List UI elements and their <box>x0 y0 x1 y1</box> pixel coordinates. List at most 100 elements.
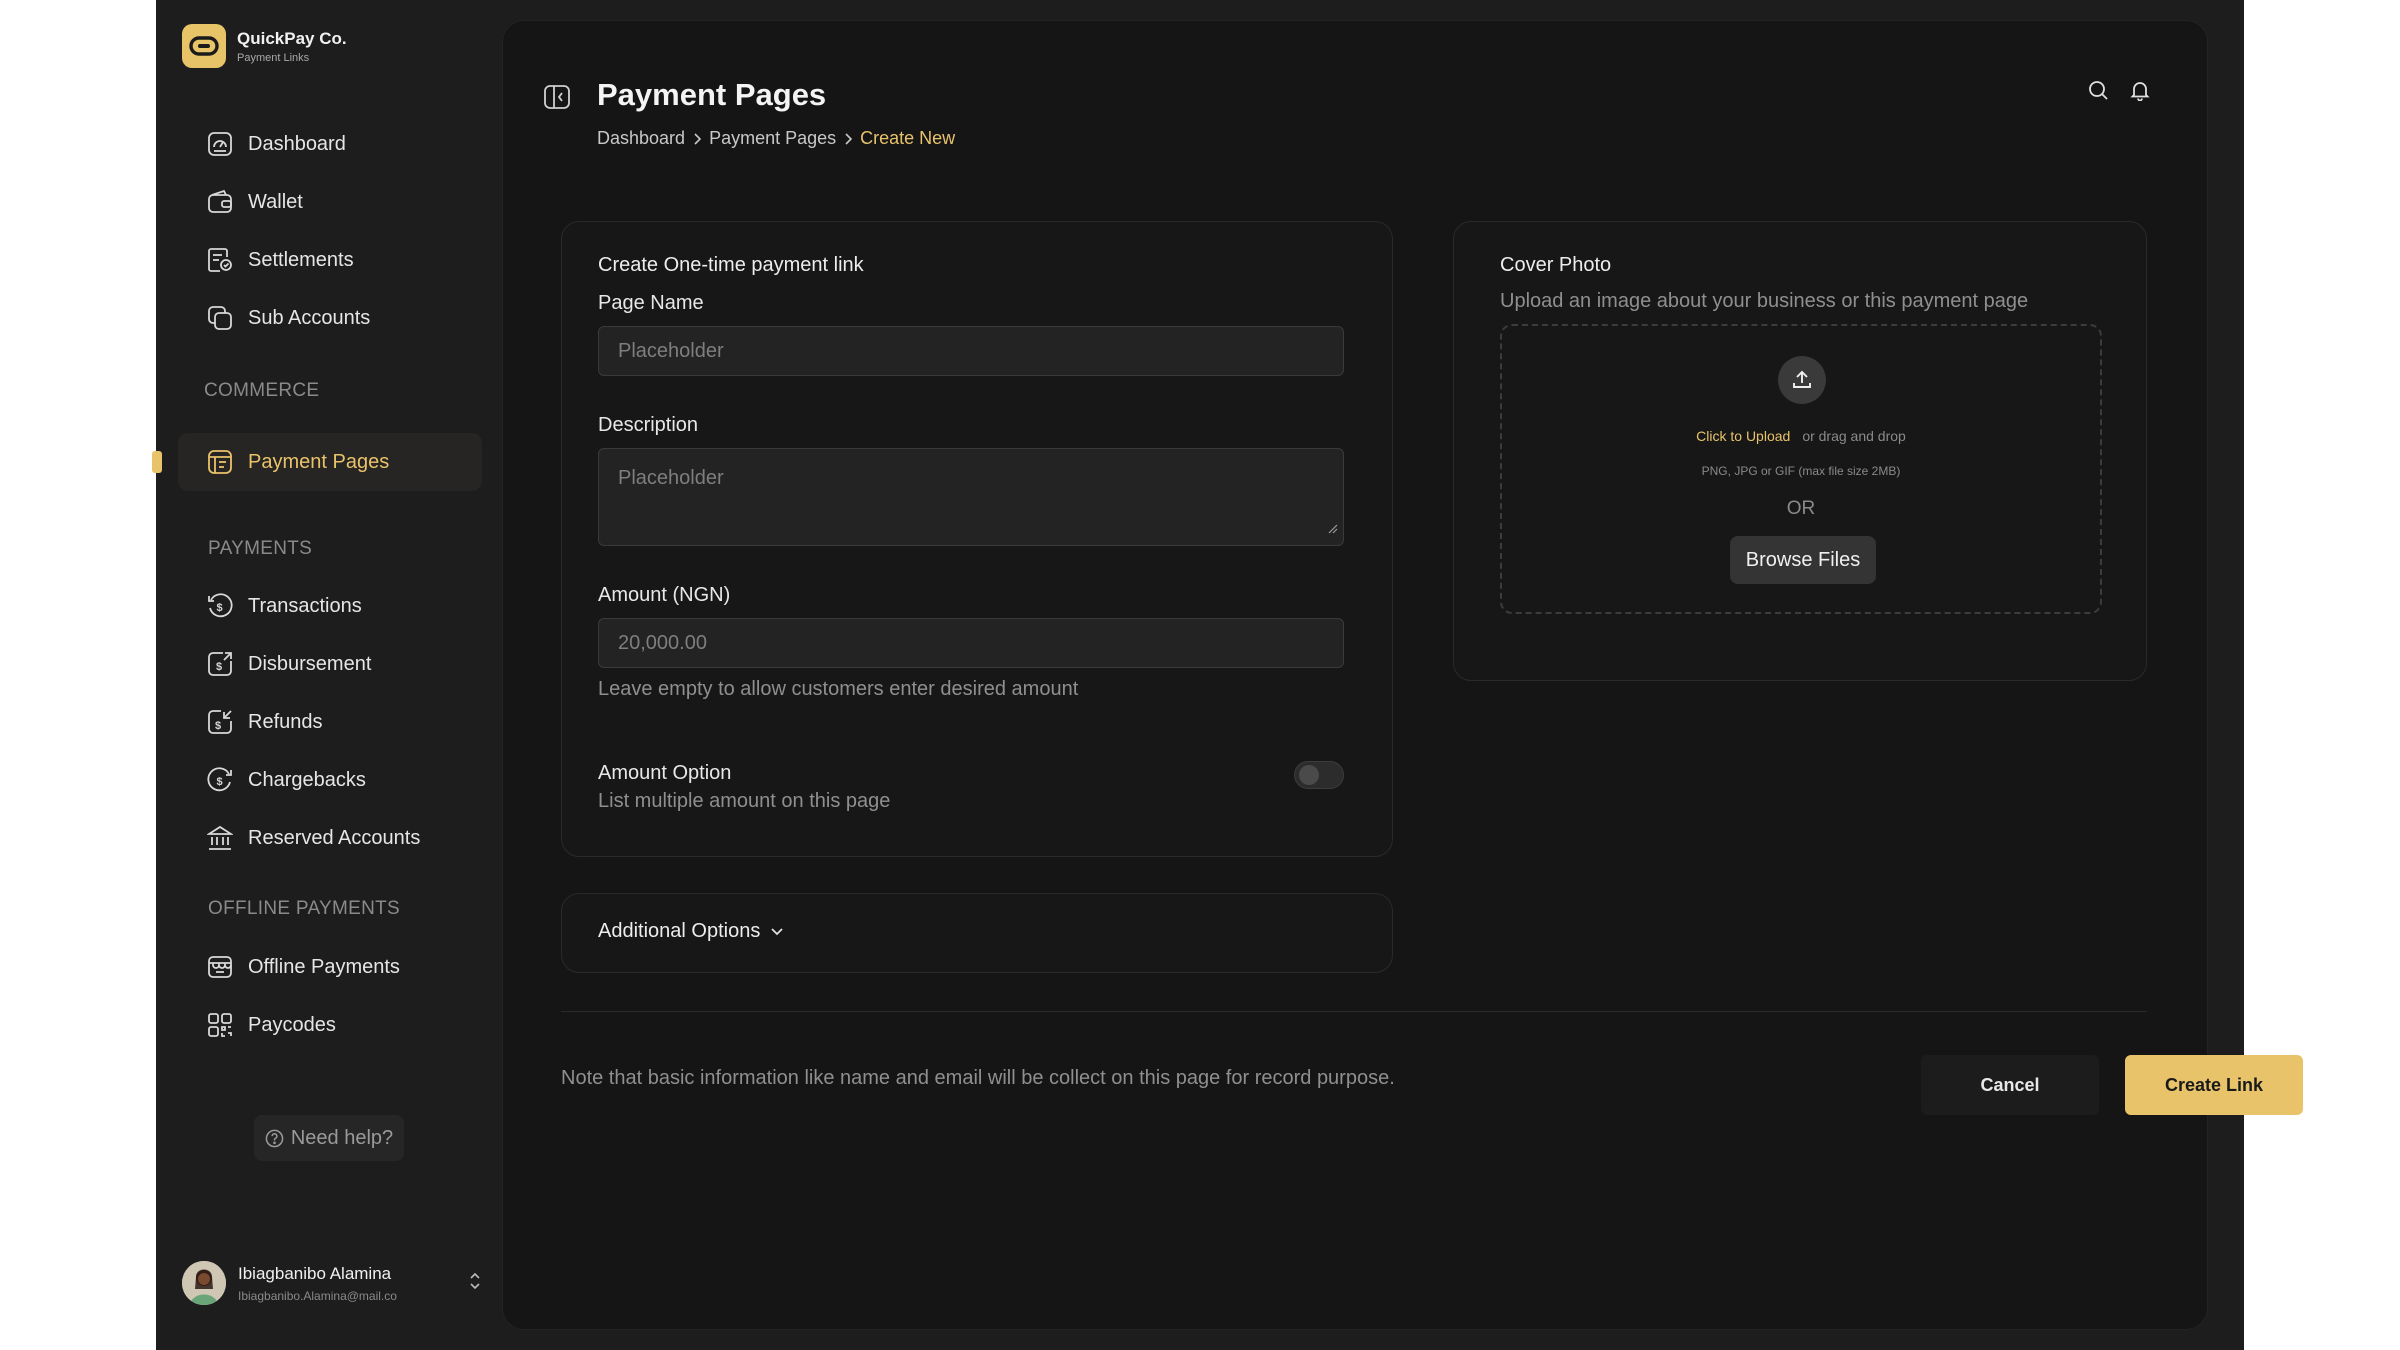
chargebacks-icon: $ <box>206 766 234 794</box>
user-profile[interactable]: Ibiagbanibo Alamina Ibiagbanibo.Alamina@… <box>182 1258 482 1308</box>
breadcrumb-item-dashboard[interactable]: Dashboard <box>597 128 685 149</box>
qr-code-icon <box>206 1011 234 1039</box>
divider <box>561 1011 2147 1012</box>
create-link-button[interactable]: Create Link <box>2125 1055 2303 1115</box>
main-panel: Payment Pages Dashboard Payment Pages Cr… <box>502 20 2303 1330</box>
brand-logo-icon <box>182 24 226 68</box>
sidebar-item-chargebacks[interactable]: $ Chargebacks <box>178 751 482 809</box>
chevron-right-icon <box>842 132 854 146</box>
sidebar-toggle-icon[interactable] <box>543 83 571 116</box>
chevron-down-icon <box>770 927 784 937</box>
sidebar-item-paycodes[interactable]: Paycodes <box>178 996 482 1054</box>
amount-option-label: Amount Option <box>598 762 732 784</box>
description-textarea[interactable]: Placeholder <box>598 448 1344 546</box>
additional-options-toggle[interactable]: Additional Options <box>598 920 784 943</box>
sidebar-item-offline-payments[interactable]: Offline Payments <box>178 938 482 996</box>
payment-pages-icon <box>206 448 234 476</box>
additional-options-card[interactable]: Additional Options <box>561 893 1393 973</box>
transactions-icon: $ <box>206 592 234 620</box>
cover-photo-subtitle: Upload an image about your business or t… <box>1500 290 2029 312</box>
wallet-icon <box>206 188 234 216</box>
sidebar-item-label: Settlements <box>248 248 354 271</box>
breadcrumb: Dashboard Payment Pages Create New <box>597 128 955 149</box>
brand-name: QuickPay Co. <box>237 28 347 48</box>
amount-helper-text: Leave empty to allow customers enter des… <box>598 678 1079 700</box>
svg-text:$: $ <box>217 602 223 614</box>
disbursement-icon: $ <box>206 650 234 678</box>
sidebar: QuickPay Co. Payment Links Dashboard Wal… <box>152 0 500 1350</box>
settlements-icon <box>206 246 234 274</box>
click-to-upload-link[interactable]: Click to Upload <box>1696 428 1790 444</box>
toggle-knob <box>1299 765 1319 785</box>
page-title: Payment Pages <box>597 77 827 112</box>
sidebar-item-transactions[interactable]: $ Transactions <box>178 577 482 635</box>
svg-text:$: $ <box>217 776 223 788</box>
resize-handle-icon[interactable] <box>1328 517 1338 540</box>
sidebar-item-disbursement[interactable]: $ Disbursement <box>178 635 482 693</box>
bank-icon <box>206 824 234 852</box>
header-actions <box>2087 79 2151 101</box>
cover-photo-title: Cover Photo <box>1500 254 1612 276</box>
browse-files-button[interactable]: Browse Files <box>1730 536 1876 584</box>
sidebar-item-settlements[interactable]: Settlements <box>178 231 482 289</box>
sidebar-item-dashboard[interactable]: Dashboard <box>178 115 482 173</box>
chevron-right-icon <box>691 132 703 146</box>
refunds-icon: $ <box>206 708 234 736</box>
dashboard-icon <box>206 130 234 158</box>
section-label-commerce: COMMERCE <box>204 380 320 401</box>
sidebar-item-wallet[interactable]: Wallet <box>178 173 482 231</box>
need-help-button[interactable]: Need help? <box>254 1115 404 1161</box>
additional-options-label: Additional Options <box>598 920 761 942</box>
description-label: Description <box>598 414 699 436</box>
drag-drop-text: or drag and drop <box>1802 428 1906 444</box>
help-circle-icon <box>265 1129 284 1148</box>
or-separator: OR <box>1786 498 1816 519</box>
sidebar-item-payment-pages[interactable]: Payment Pages <box>178 433 482 491</box>
sidebar-item-refunds[interactable]: $ Refunds <box>178 693 482 751</box>
upload-dropzone[interactable]: Click to Upload or drag and drop PNG, JPG… <box>1500 324 2102 614</box>
sub-accounts-icon <box>206 304 234 332</box>
description-placeholder: Placeholder <box>618 467 724 489</box>
search-icon[interactable] <box>2087 79 2109 101</box>
upload-icon <box>1778 356 1826 404</box>
need-help-label: Need help? <box>290 1126 394 1149</box>
section-label-offline-payments: OFFLINE PAYMENTS <box>208 898 401 919</box>
sidebar-item-label: Wallet <box>248 190 303 213</box>
create-link-form-card: Create One-time payment link Page Name P… <box>561 221 1393 857</box>
svg-text:$: $ <box>216 661 222 673</box>
brand-subtitle: Payment Links <box>237 51 310 64</box>
sidebar-item-label: Disbursement <box>248 652 372 675</box>
bell-icon[interactable] <box>2129 79 2151 101</box>
amount-option-helper: List multiple amount on this page <box>598 790 891 812</box>
sidebar-item-label: Sub Accounts <box>248 306 371 329</box>
svg-text:$: $ <box>215 720 221 732</box>
store-icon <box>206 953 234 981</box>
chevron-up-down-icon[interactable] <box>468 1270 482 1297</box>
breadcrumb-item-create-new: Create New <box>860 128 956 148</box>
avatar <box>182 1261 226 1305</box>
sidebar-item-label: Dashboard <box>248 132 346 155</box>
sidebar-item-reserved-accounts[interactable]: Reserved Accounts <box>178 809 482 867</box>
sidebar-item-label: Refunds <box>248 710 323 733</box>
active-indicator <box>152 451 162 473</box>
amount-label: Amount (NGN) <box>598 584 731 606</box>
cancel-button[interactable]: Cancel <box>1921 1055 2099 1115</box>
sidebar-item-label: Payment Pages <box>248 450 390 473</box>
sidebar-item-sub-accounts[interactable]: Sub Accounts <box>178 289 482 347</box>
file-type-note: PNG, JPG or GIF (max file size 2MB) <box>1701 464 1901 478</box>
app-frame: QuickPay Co. Payment Links Dashboard Wal… <box>152 0 2303 1350</box>
sidebar-item-label: Reserved Accounts <box>248 826 421 849</box>
amount-input[interactable]: 20,000.00 <box>598 618 1344 668</box>
sidebar-item-label: Transactions <box>248 594 362 617</box>
page-name-label: Page Name <box>598 292 704 314</box>
upload-instructions: Click to Upload or drag and drop <box>1502 428 2100 444</box>
page-name-input[interactable]: Placeholder <box>598 326 1344 376</box>
cover-photo-card: Cover Photo Upload an image about your b… <box>1453 221 2147 681</box>
amount-option-toggle[interactable] <box>1294 761 1344 789</box>
user-email: Ibiagbanibo.Alamina@mail.co <box>238 1288 397 1303</box>
brand[interactable]: QuickPay Co. Payment Links <box>182 24 347 68</box>
sidebar-item-label: Chargebacks <box>248 768 366 791</box>
footer-note: Note that basic information like name an… <box>561 1067 1395 1089</box>
user-name: Ibiagbanibo Alamina <box>238 1263 392 1283</box>
breadcrumb-item-payment-pages[interactable]: Payment Pages <box>709 128 836 149</box>
